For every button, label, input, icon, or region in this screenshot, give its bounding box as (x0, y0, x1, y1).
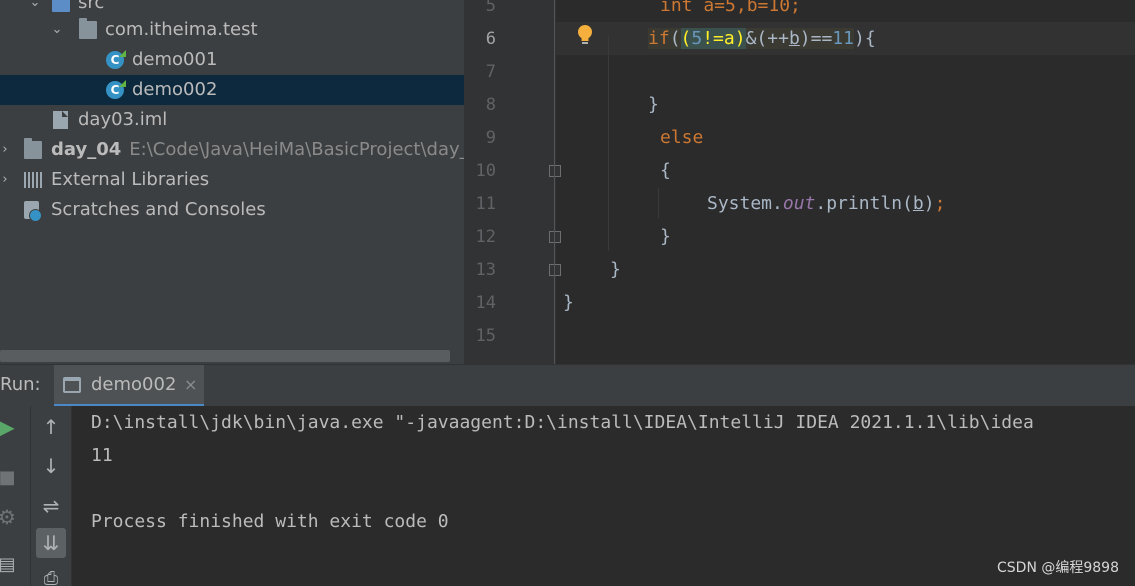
run-tab-demo002[interactable]: demo002 × (54, 365, 204, 407)
stop-icon[interactable]: ■ (0, 463, 22, 493)
tree-item-day03-iml[interactable]: day03.iml (0, 105, 464, 135)
console-output[interactable]: D:\install\jdk\bin\java.exe "-javaagent:… (72, 406, 1135, 586)
code-line-5: int a=5,b=10; (660, 0, 801, 16)
code-line-12: } (660, 226, 671, 247)
package-icon (79, 18, 97, 39)
line-number: 9 (485, 128, 496, 148)
tree-item-label: day03.iml (78, 109, 168, 130)
project-path: E:\Code\Java\HeiMa\BasicProject\day_04 (129, 139, 464, 160)
editor-gutter: 5 6 7 8 9 10 11 12 13 14 15 (464, 0, 561, 364)
folder-icon (24, 138, 42, 159)
line-number: 6 (485, 29, 496, 49)
run-tab-label: demo002 (91, 374, 177, 395)
tree-item-label: com.itheima.test (105, 19, 258, 40)
line-number: 14 (475, 293, 496, 313)
print-icon[interactable]: ⎙ (36, 564, 66, 586)
arrow-down-icon[interactable]: ↓ (36, 451, 66, 481)
chevron-down-icon[interactable]: ⌄ (50, 15, 64, 45)
project-tree-panel: ⌄ src ⌄ com.itheima.test C demo001 C dem… (0, 0, 464, 364)
file-icon (53, 111, 68, 129)
tree-item-demo002[interactable]: C demo002 (0, 75, 464, 105)
code-line-11: System.out.println(b); (707, 193, 946, 214)
indent-guide (658, 188, 659, 218)
run-toolbar-left: ▶ ■ ⚙ ▤ (0, 406, 30, 586)
close-icon[interactable]: × (184, 375, 197, 394)
gutter-divider (554, 0, 555, 364)
indent-guide (608, 36, 609, 251)
layout-icon[interactable]: ▤ (0, 550, 22, 580)
folder-icon (52, 0, 70, 12)
tree-item-scratches[interactable]: Scratches and Consoles (0, 195, 464, 225)
library-icon (24, 172, 42, 188)
java-class-icon: C (106, 81, 124, 99)
line-number: 15 (475, 326, 496, 346)
run-icon[interactable]: ▶ (0, 412, 22, 442)
horizontal-scrollbar[interactable] (0, 350, 450, 362)
code-line-9: else (660, 127, 704, 148)
line-number: 11 (475, 194, 496, 214)
code-line-10: { (660, 160, 671, 181)
watermark: CSDN @编程9898 (997, 560, 1119, 576)
run-toolbar: ↑ ↓ ⇌ ⇊ ⎙ (30, 406, 72, 586)
run-label: Run: (0, 374, 41, 395)
tree-item-label: Scratches and Consoles (51, 199, 266, 220)
scroll-to-end-icon[interactable]: ⇊ (36, 528, 66, 558)
line-number: 5 (485, 0, 496, 16)
console-icon (63, 377, 81, 393)
soft-wrap-icon[interactable]: ⇌ (36, 491, 66, 521)
tree-item-external-libraries[interactable]: › External Libraries (0, 165, 464, 195)
tree-item-day04[interactable]: › day_04 E:\Code\Java\HeiMa\BasicProject\… (0, 135, 464, 165)
line-number: 13 (475, 260, 496, 280)
code-line-8: } (648, 94, 659, 115)
console-line: 11 (91, 445, 113, 466)
line-number: 12 (475, 227, 496, 247)
fold-toggle[interactable] (549, 165, 561, 177)
scratch-icon (24, 201, 42, 222)
console-line: D:\install\jdk\bin\java.exe "-javaagent:… (91, 412, 1034, 433)
tree-item-demo001[interactable]: C demo001 (0, 45, 464, 75)
console-line: Process finished with exit code 0 (91, 511, 449, 532)
tree-item-package[interactable]: ⌄ com.itheima.test (0, 15, 464, 45)
tree-item-label: demo001 (132, 49, 218, 70)
line-number: 8 (485, 95, 496, 115)
tree-item-label: External Libraries (51, 169, 210, 190)
settings-icon[interactable]: ⚙ (0, 502, 22, 532)
fold-toggle[interactable] (549, 231, 561, 243)
run-panel-header: Run: demo002 × (0, 364, 1135, 407)
tree-item-label: demo002 (132, 79, 218, 100)
code-editor[interactable]: 5 6 7 8 9 10 11 12 13 14 15 int a=5,b=10… (464, 0, 1135, 364)
tree-item-label: day_04 (51, 139, 122, 160)
line-number: 7 (485, 62, 496, 82)
chevron-right-icon[interactable]: › (0, 135, 12, 165)
code-line-13: } (610, 259, 621, 280)
code-line-14: } (563, 292, 574, 313)
code-line-6: if((5!=a)&(++b)==11){ (648, 28, 876, 49)
arrow-up-icon[interactable]: ↑ (36, 412, 66, 442)
java-class-icon: C (106, 51, 124, 69)
bulb-icon[interactable] (577, 24, 593, 46)
fold-toggle[interactable] (549, 264, 561, 276)
line-number: 10 (475, 161, 496, 181)
chevron-right-icon[interactable]: › (0, 165, 12, 195)
